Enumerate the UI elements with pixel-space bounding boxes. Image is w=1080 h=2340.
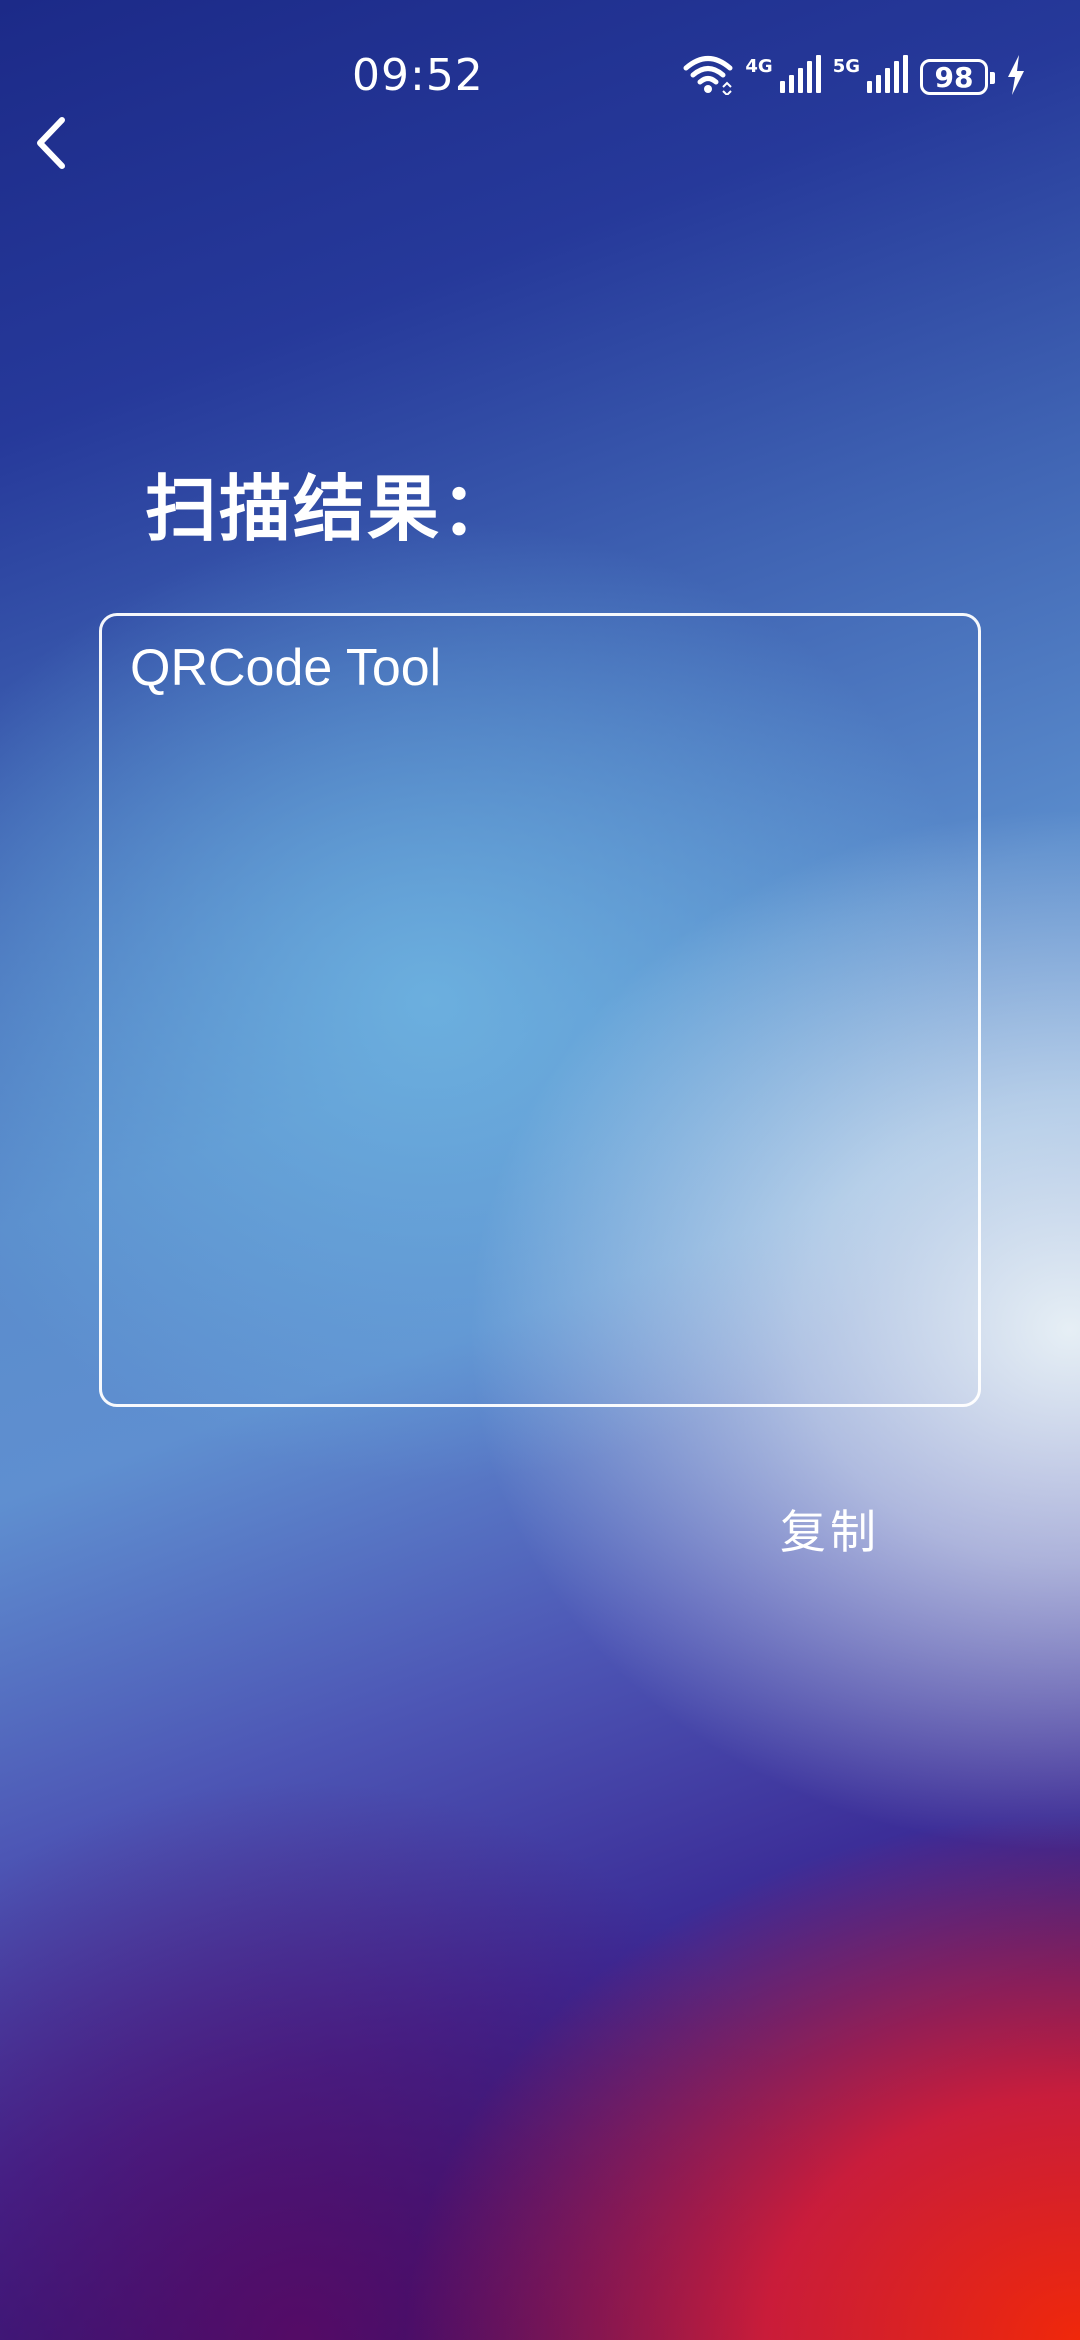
signal-icon: [779, 55, 821, 99]
back-button[interactable]: [20, 110, 80, 180]
page-title: 扫描结果：: [145, 467, 516, 551]
result-text: QRCode Tool: [130, 639, 442, 697]
network-label-4g: 4G: [745, 56, 773, 77]
battery-icon: 98: [920, 59, 995, 95]
chevron-left-icon: [32, 116, 68, 174]
result-text-area[interactable]: QRCode Tool: [99, 613, 981, 1407]
network-label-5g: 5G: [832, 56, 860, 77]
charging-icon: [1006, 55, 1026, 99]
copy-button[interactable]: 复制: [780, 1496, 880, 1562]
status-time: 09:52: [352, 50, 484, 101]
wifi-icon: [683, 55, 733, 99]
status-bar: 09:52 4G 5G 98: [0, 0, 1080, 150]
signal-icon: [866, 55, 908, 99]
status-icons: 4G 5G 98: [683, 52, 1026, 102]
